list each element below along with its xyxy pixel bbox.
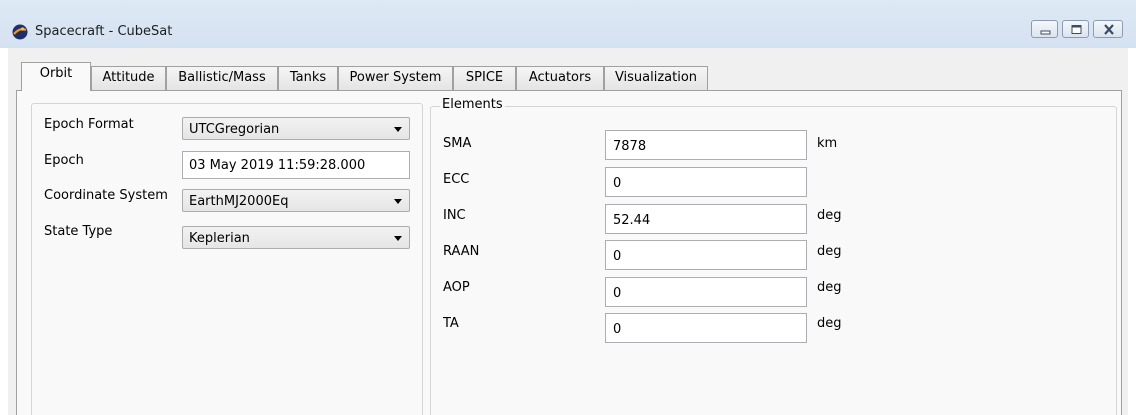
ta-value: 0	[613, 322, 622, 337]
epoch-field[interactable]: 03 May 2019 11:59:28.000	[182, 151, 410, 179]
window-title: Spacecraft - CubeSat	[35, 24, 173, 39]
tab-power-system[interactable]: Power System	[338, 66, 453, 90]
aop-label: AOP	[443, 280, 470, 295]
close-button[interactable]	[1093, 20, 1123, 38]
epoch-format-value: UTCGregorian	[189, 122, 280, 137]
inc-field[interactable]: 52.44	[605, 204, 807, 234]
tab-orbit[interactable]: Orbit	[21, 62, 91, 91]
ecc-field[interactable]: 0	[605, 167, 807, 197]
tab-label: Ballistic/Mass	[178, 70, 266, 85]
epoch-value: 03 May 2019 11:59:28.000	[189, 158, 366, 173]
sma-unit: km	[817, 136, 838, 151]
raan-field[interactable]: 0	[605, 240, 807, 270]
epoch-state-group	[31, 103, 423, 415]
sma-field[interactable]: 7878	[605, 130, 807, 160]
tab-label: Actuators	[528, 70, 592, 85]
tab-actuators[interactable]: Actuators	[516, 66, 604, 90]
aop-value: 0	[613, 286, 622, 301]
epoch-label: Epoch	[44, 153, 84, 168]
tab-label: Power System	[349, 70, 442, 85]
chevron-down-icon	[394, 127, 402, 132]
ecc-value: 0	[613, 176, 622, 191]
chevron-down-icon	[394, 236, 402, 241]
minimize-icon	[1040, 30, 1051, 35]
tab-label: Attitude	[102, 70, 155, 85]
aop-unit: deg	[817, 280, 842, 295]
close-icon	[1104, 24, 1114, 35]
elements-caption: Elements	[440, 97, 505, 112]
ta-unit: deg	[817, 316, 842, 331]
tab-label: SPICE	[465, 70, 504, 85]
tab-attitude[interactable]: Attitude	[91, 66, 166, 90]
inc-label: INC	[443, 208, 466, 223]
maximize-icon	[1071, 25, 1082, 34]
inc-unit: deg	[817, 208, 842, 223]
tab-visualization[interactable]: Visualization	[604, 66, 708, 90]
raan-label: RAAN	[443, 244, 480, 259]
sma-label: SMA	[443, 136, 472, 151]
tab-label: Tanks	[289, 70, 327, 85]
ta-field[interactable]: 0	[605, 313, 807, 343]
epoch-format-label: Epoch Format	[44, 117, 134, 132]
tab-label: Orbit	[39, 66, 73, 81]
gmat-logo-icon	[12, 24, 28, 40]
ecc-label: ECC	[443, 172, 470, 187]
state-type-dropdown[interactable]: Keplerian	[182, 226, 410, 249]
coordinate-system-label: Coordinate System	[44, 188, 168, 203]
tab-spice[interactable]: SPICE	[453, 66, 516, 90]
maximize-button[interactable]	[1062, 20, 1089, 38]
tab-tanks[interactable]: Tanks	[278, 66, 338, 90]
state-type-value: Keplerian	[189, 231, 250, 246]
raan-value: 0	[613, 249, 622, 264]
epoch-format-dropdown[interactable]: UTCGregorian	[182, 117, 410, 140]
coordinate-system-dropdown[interactable]: EarthMJ2000Eq	[182, 189, 410, 212]
minimize-button[interactable]	[1031, 20, 1058, 38]
inc-value: 52.44	[613, 213, 651, 228]
ta-label: TA	[443, 316, 459, 331]
chevron-down-icon	[394, 199, 402, 204]
title-bar[interactable]: Spacecraft - CubeSat	[0, 0, 1136, 48]
tab-ballistic-mass[interactable]: Ballistic/Mass	[166, 66, 278, 90]
raan-unit: deg	[817, 244, 842, 259]
sma-value: 7878	[613, 139, 647, 154]
state-type-label: State Type	[44, 224, 113, 239]
coordinate-system-value: EarthMJ2000Eq	[189, 194, 289, 209]
aop-field[interactable]: 0	[605, 277, 807, 307]
tab-label: Visualization	[614, 70, 698, 85]
